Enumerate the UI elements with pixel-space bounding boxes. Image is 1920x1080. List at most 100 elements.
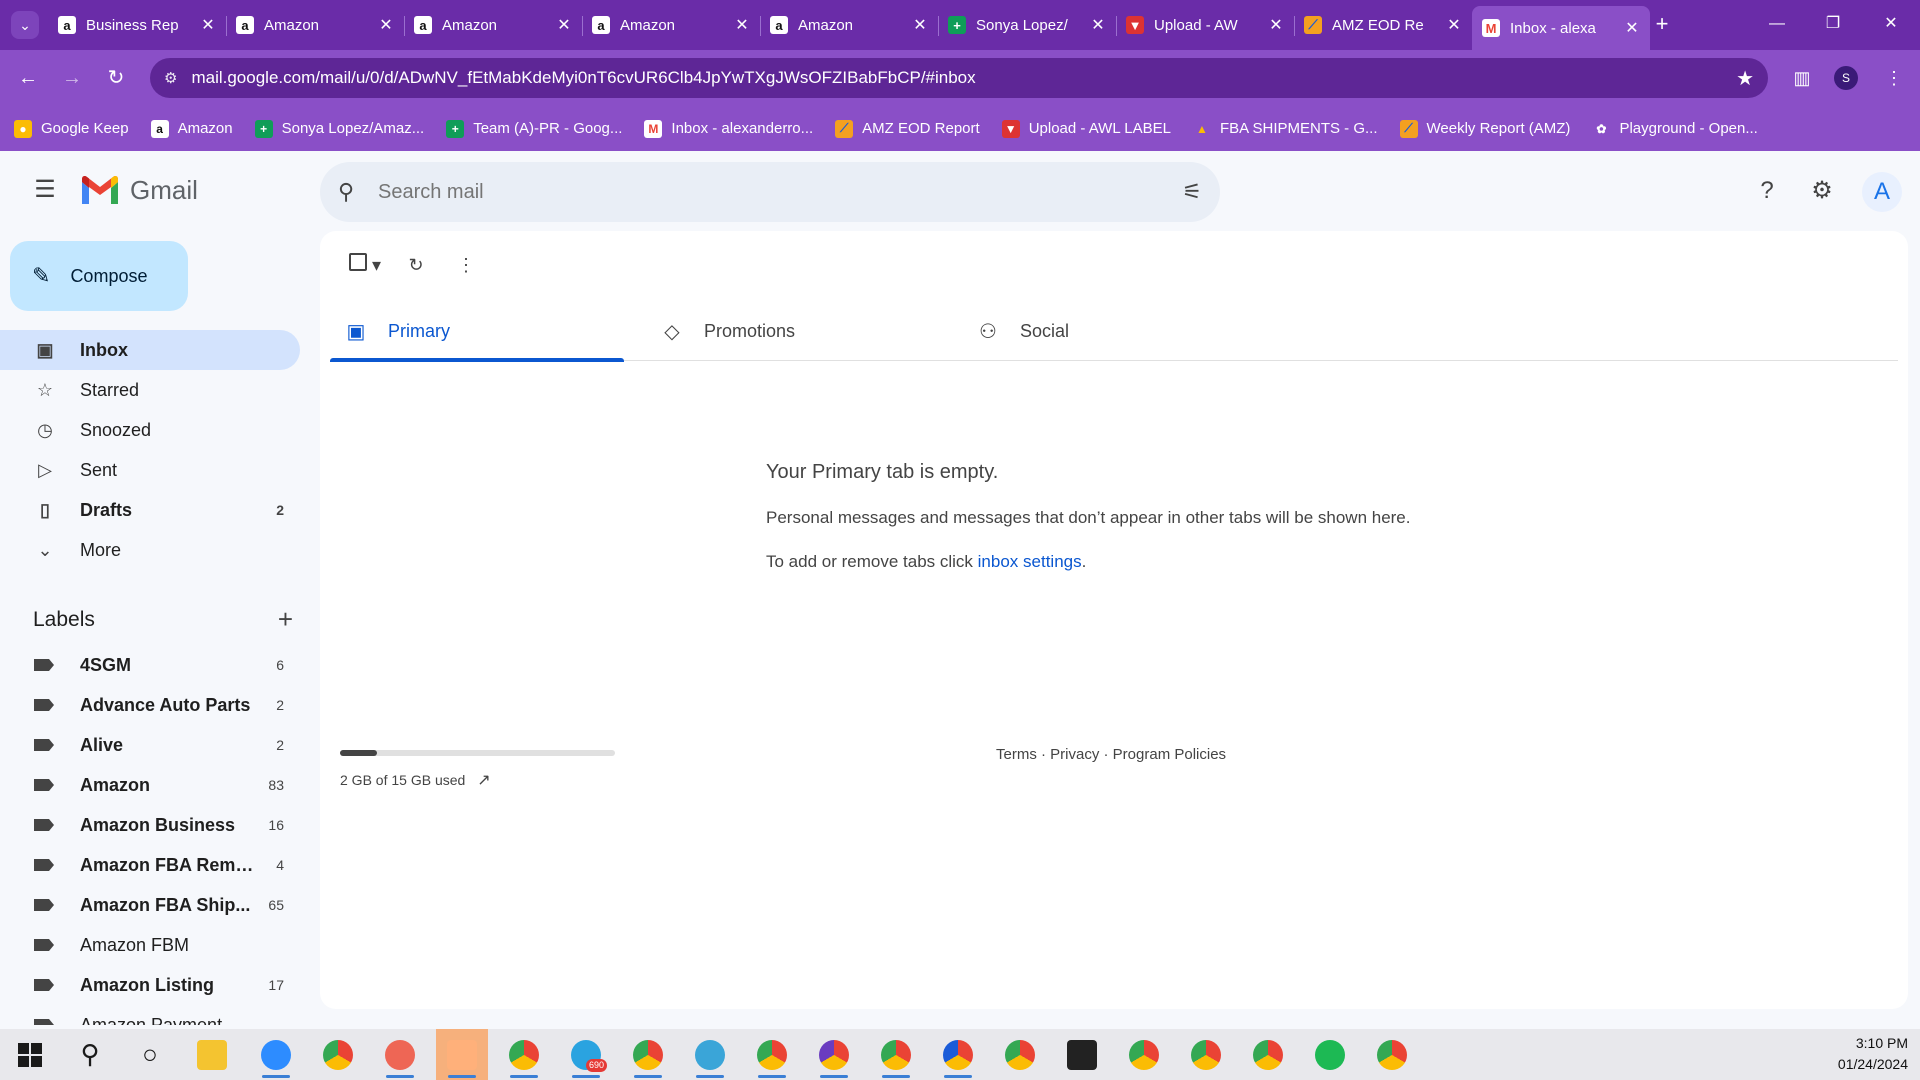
slack-icon[interactable]	[436, 1029, 488, 1080]
bookmark-item[interactable]: ● Google Keep	[14, 119, 129, 138]
close-tab-icon[interactable]: ✕	[200, 15, 216, 35]
bookmark-item[interactable]: ✿ Playground - Open...	[1592, 120, 1757, 138]
zoom-icon[interactable]	[250, 1029, 302, 1080]
chrome-icon[interactable]	[994, 1029, 1046, 1080]
sidebar-item-inbox[interactable]: ▣ Inbox	[0, 330, 300, 370]
chrome-icon[interactable]	[498, 1029, 550, 1080]
file-explorer-icon[interactable]	[186, 1029, 238, 1080]
close-tab-icon[interactable]: ✕	[912, 15, 928, 35]
minimize-button[interactable]: —	[1762, 12, 1792, 36]
side-panel-icon[interactable]: ▥	[1786, 62, 1818, 94]
browser-tab[interactable]: M Inbox - alexa ✕	[1472, 6, 1650, 50]
bookmark-star-icon[interactable]: ★	[1736, 66, 1754, 91]
bookmark-item[interactable]: M Inbox - alexanderro...	[644, 119, 813, 138]
snipping-tool-icon[interactable]	[374, 1029, 426, 1080]
chrome-icon[interactable]	[1366, 1029, 1418, 1080]
browser-tab[interactable]: a Business Rep ✕	[48, 8, 226, 42]
bookmark-item[interactable]: a Amazon	[150, 119, 233, 138]
sidebar-item-sent[interactable]: ▷ Sent	[0, 450, 300, 490]
add-label-icon[interactable]: +	[278, 604, 293, 635]
spotify-icon[interactable]	[1304, 1029, 1356, 1080]
footer-links[interactable]: Terms · Privacy · Program Policies	[996, 746, 1226, 763]
sidebar-item-more[interactable]: ⌄ More	[0, 530, 300, 570]
close-tab-icon[interactable]: ✕	[1446, 15, 1462, 35]
address-bar[interactable]: ⚙ mail.google.com/mail/u/0/d/ADwNV_fEtMa…	[150, 58, 1768, 98]
back-button[interactable]: ←	[12, 62, 44, 94]
chrome-icon[interactable]	[808, 1029, 860, 1080]
browser-tab[interactable]: + Sonya Lopez/ ✕	[938, 8, 1116, 42]
label-item[interactable]: Amazon FBM	[0, 925, 300, 965]
browser-tab[interactable]: a Amazon ✕	[760, 8, 938, 42]
inbox-settings-link[interactable]: inbox settings	[978, 552, 1082, 571]
tab-social[interactable]: ⚇ Social	[962, 301, 1256, 361]
close-tab-icon[interactable]: ✕	[734, 15, 750, 35]
browser-menu-icon[interactable]: ⋮	[1878, 62, 1910, 94]
tab-primary[interactable]: ▣ Primary	[330, 301, 624, 362]
close-tab-icon[interactable]: ✕	[1090, 15, 1106, 35]
label-item[interactable]: Advance Auto Parts 2	[0, 685, 300, 725]
close-window-button[interactable]: ✕	[1876, 12, 1906, 36]
chrome-icon[interactable]	[622, 1029, 674, 1080]
chrome-icon[interactable]	[1118, 1029, 1170, 1080]
chrome-icon[interactable]	[312, 1029, 364, 1080]
sidebar-item-drafts[interactable]: ▯ Drafts 2	[0, 490, 300, 530]
search-input[interactable]	[378, 180, 1183, 204]
browser-tab[interactable]: ⟋ AMZ EOD Re ✕	[1294, 8, 1472, 42]
tab-search-button[interactable]: ⌄	[11, 11, 39, 39]
search-icon[interactable]: ⚲	[64, 1029, 116, 1080]
label-item[interactable]: Alive 2	[0, 725, 300, 765]
windows-start-icon[interactable]	[4, 1029, 56, 1080]
label-item[interactable]: Amazon 83	[0, 765, 300, 805]
close-tab-icon[interactable]: ✕	[1624, 18, 1640, 38]
refresh-icon[interactable]: ↻	[400, 249, 432, 281]
chrome-icon[interactable]	[932, 1029, 984, 1080]
chrome-icon[interactable]	[746, 1029, 798, 1080]
reload-button[interactable]: ↻	[100, 62, 132, 94]
more-options-icon[interactable]: ⋮	[450, 249, 482, 281]
tab-promotions[interactable]: ◇ Promotions	[646, 301, 940, 361]
search-bar[interactable]: ⚲ ⚟	[320, 162, 1220, 222]
chrome-icon[interactable]	[1242, 1029, 1294, 1080]
label-item[interactable]: 4SGM 6	[0, 645, 300, 685]
sidebar-item-snoozed[interactable]: ◷ Snoozed	[0, 410, 300, 450]
close-tab-icon[interactable]: ✕	[1268, 15, 1284, 35]
chrome-icon[interactable]	[870, 1029, 922, 1080]
label-item[interactable]: Amazon FBA Ship... 65	[0, 885, 300, 925]
forward-button[interactable]: →	[56, 62, 88, 94]
label-item[interactable]: Amazon Business 16	[0, 805, 300, 845]
search-icon[interactable]: ⚲	[338, 179, 368, 205]
browser-tab[interactable]: a Amazon ✕	[404, 8, 582, 42]
settings-gear-icon[interactable]: ⚙	[1802, 171, 1842, 211]
help-icon[interactable]: ?	[1747, 171, 1787, 211]
bookmark-item[interactable]: + Sonya Lopez/Amaz...	[254, 119, 424, 138]
bookmark-item[interactable]: ▲ FBA SHIPMENTS - G...	[1193, 120, 1377, 138]
close-tab-icon[interactable]: ✕	[556, 15, 572, 35]
browser-tab[interactable]: a Amazon ✕	[226, 8, 404, 42]
open-external-icon[interactable]: ↗	[477, 770, 490, 790]
main-menu-icon[interactable]: ☰	[30, 175, 60, 205]
edge-icon[interactable]	[684, 1029, 736, 1080]
browser-profile-avatar[interactable]: S	[1834, 66, 1858, 90]
chrome-icon[interactable]	[1180, 1029, 1232, 1080]
browser-tab[interactable]: ▼ Upload - AW ✕	[1116, 8, 1294, 42]
account-avatar[interactable]: A	[1862, 172, 1902, 212]
site-info-icon[interactable]: ⚙	[164, 69, 177, 87]
bookmark-item[interactable]: ▼ Upload - AWL LABEL	[1001, 119, 1171, 138]
label-item[interactable]: Amazon Listing 17	[0, 965, 300, 1005]
bookmark-item[interactable]: ⟋ AMZ EOD Report	[835, 119, 980, 138]
bookmark-item[interactable]: ⟋ Weekly Report (AMZ)	[1399, 119, 1570, 138]
sticky-notes-icon[interactable]	[1056, 1029, 1108, 1080]
browser-tab[interactable]: a Amazon ✕	[582, 8, 760, 42]
new-tab-button[interactable]: +	[1650, 12, 1674, 36]
label-item[interactable]: Amazon FBA Remo... 4	[0, 845, 300, 885]
select-all-checkbox[interactable]: ▾	[340, 249, 390, 281]
task-view-icon[interactable]: ○	[124, 1029, 176, 1080]
restore-button[interactable]: ❐	[1818, 12, 1848, 36]
label-item[interactable]: Amazon Payment	[0, 1005, 300, 1025]
search-options-icon[interactable]: ⚟	[1182, 179, 1202, 205]
bookmark-item[interactable]: + Team (A)-PR - Goog...	[446, 119, 622, 138]
gmail-logo[interactable]: Gmail	[80, 175, 198, 206]
system-clock[interactable]: 3:10 PM 01/24/2024	[1838, 1033, 1908, 1075]
telegram-icon[interactable]: 690	[560, 1029, 612, 1080]
close-tab-icon[interactable]: ✕	[378, 15, 394, 35]
